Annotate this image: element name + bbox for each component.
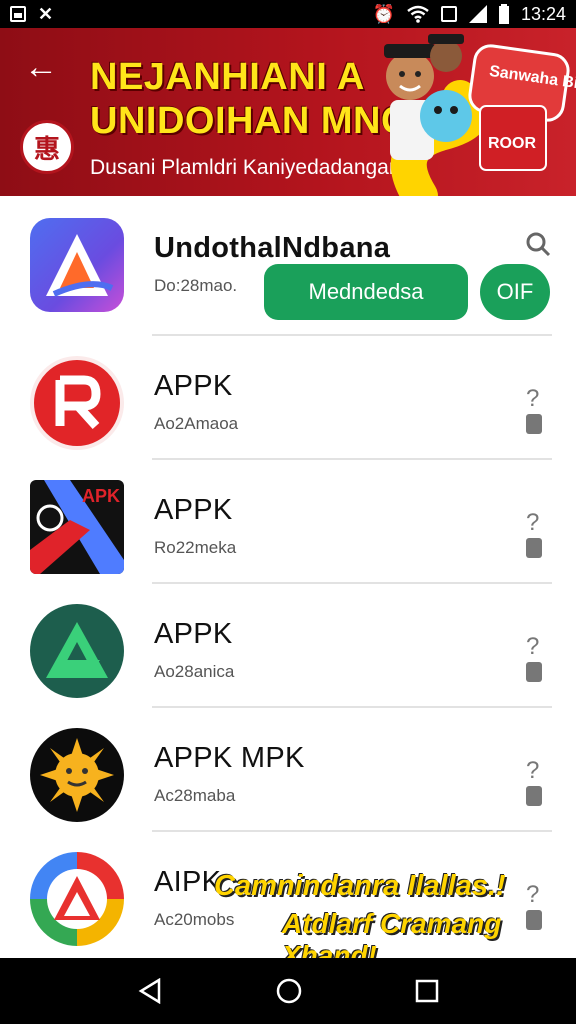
clock: 13:24	[520, 3, 566, 24]
emblem-icon: 惠	[20, 120, 74, 174]
app-name: AIPK	[154, 866, 222, 898]
home-nav-icon[interactable]	[276, 978, 302, 1004]
list-item[interactable]: UndothalNdbana Do:28mao. Medndedsa OIF	[0, 196, 576, 320]
info-icon[interactable]: ?	[520, 632, 548, 692]
list-item[interactable]: APPK MPK Ac28maba ?	[0, 706, 576, 830]
battery-icon	[498, 4, 509, 24]
app-list: UndothalNdbana Do:28mao. Medndedsa OIF A…	[0, 196, 576, 971]
app-name: APPK MPK	[154, 742, 305, 774]
apk-icon-label: APK	[82, 486, 120, 506]
recents-nav-icon[interactable]	[415, 979, 439, 1003]
search-icon[interactable]	[524, 230, 552, 258]
app-icon-red-p	[30, 356, 124, 450]
svg-text:?: ?	[526, 757, 539, 784]
status-bar: ✕ ⏰ 13:24	[0, 0, 576, 28]
signal-icon	[468, 5, 487, 23]
info-icon[interactable]: ?	[520, 756, 548, 816]
install-button[interactable]: Medndedsa	[264, 264, 468, 320]
info-icon[interactable]: ?	[520, 508, 548, 568]
app-name: APPK	[154, 494, 233, 526]
back-arrow-icon[interactable]: ←	[24, 50, 58, 84]
info-icon[interactable]: ?	[520, 384, 548, 444]
gallery-notification-icon	[10, 6, 26, 22]
app-notification-icon: ✕	[38, 3, 54, 24]
wifi-icon	[407, 5, 429, 23]
app-icon-multicolor-a	[30, 852, 124, 946]
alarm-icon: ⏰	[372, 3, 395, 24]
sticker-badge-text: ROOR	[488, 135, 536, 152]
app-icon-triangle	[30, 218, 124, 312]
back-nav-icon[interactable]	[137, 978, 163, 1004]
app-name: UndothalNdbana	[154, 232, 391, 264]
app-icon-green-a	[30, 604, 124, 698]
app-name: APPK	[154, 370, 233, 402]
app-meta: Ac28maba	[154, 786, 236, 805]
app-icon-sun	[30, 728, 124, 822]
list-item[interactable]: APPK Ao28anica ?	[0, 582, 576, 706]
app-meta: Do:28mao.	[154, 276, 238, 295]
app-name: APPK	[154, 618, 233, 650]
svg-text:?: ?	[526, 881, 539, 908]
list-item[interactable]: APK APPK Ro22meka ?	[0, 458, 576, 582]
list-item[interactable]: APPK Ao2Amaoa ?	[0, 334, 576, 458]
banner-title-line1: NEJANHIANI A	[90, 56, 365, 98]
banner-illustration: Sanwaha Binani ROOR	[384, 34, 576, 196]
svg-text:?: ?	[526, 509, 539, 536]
promo-overlay-line1: Camnindanra Ilallas.!	[214, 870, 506, 902]
app-meta: Ao28anica	[154, 662, 235, 681]
app-icon-apk-dark: APK	[30, 480, 124, 574]
navigation-bar	[0, 958, 576, 1024]
app-meta: Ao2Amaoa	[154, 414, 239, 433]
app-meta: Ro22meka	[154, 538, 237, 557]
sim-icon	[440, 6, 457, 22]
banner-subtitle: Dusani Plamldri Kaniyedadangan	[90, 156, 401, 179]
app-meta: Ac20mobs	[154, 910, 235, 929]
open-button[interactable]: OIF	[480, 264, 550, 320]
header-banner: ← NEJANHIANI A UNIDOIHAN MNCINA 惠 Dusani…	[0, 28, 576, 196]
svg-text:?: ?	[526, 385, 539, 412]
svg-text:?: ?	[526, 633, 539, 660]
